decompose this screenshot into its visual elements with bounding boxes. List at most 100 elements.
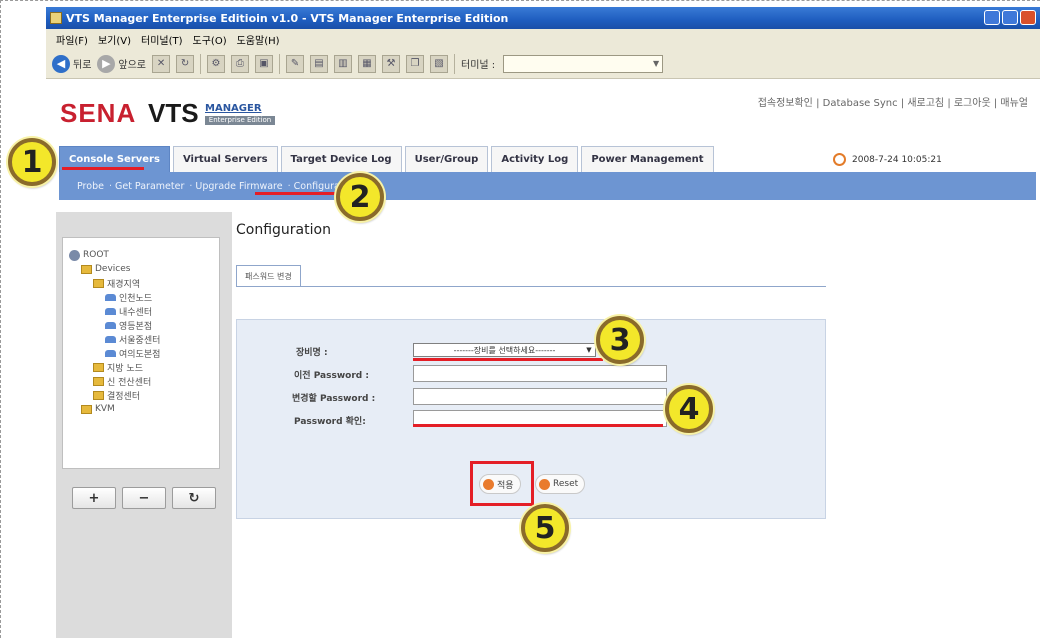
tree-node-label: 지방 노드 — [107, 363, 143, 374]
connect-icon[interactable]: ⚙ — [207, 54, 226, 73]
tree-node-label: 여의도본점 — [119, 349, 161, 360]
folder-icon — [81, 264, 92, 274]
tree-node[interactable]: 서울중센터 — [69, 332, 219, 346]
callout-3: 3 — [596, 316, 644, 364]
print-icon[interactable]: ⎙ — [231, 54, 250, 73]
panel-icon[interactable]: ▧ — [430, 54, 449, 73]
toolbar: ◀ 뒤로 ▶ 앞으로 ✕ ↻ ⚙ ⎙ ▣ ✎ ▤ ▥ ▦ ⚒ ❐ ▧ 터미널 :… — [46, 49, 1040, 79]
tree-node[interactable]: 인천노드 — [69, 290, 219, 304]
old-password-label: 이전 Password : — [294, 371, 369, 381]
back-button[interactable]: ◀ 뒤로 — [52, 54, 91, 73]
new-password-field[interactable] — [413, 388, 667, 405]
sub-navigation: Probe · Get Parameter · Upgrade Firmware… — [59, 172, 1036, 200]
forward-button[interactable]: ▶ 앞으로 — [97, 54, 146, 73]
tree-node[interactable]: 재경지역 — [69, 276, 219, 290]
tree-node-label: 영등본점 — [119, 321, 153, 332]
folder-icon — [93, 362, 104, 372]
tab-user-group[interactable]: User/Group — [404, 146, 489, 172]
remove-node-button[interactable]: − — [122, 487, 166, 509]
menu-file[interactable]: 파일(F) — [56, 32, 88, 47]
window-icon[interactable]: ❐ — [406, 54, 425, 73]
menu-view[interactable]: 보기(V) — [98, 32, 131, 47]
folder-icon — [93, 278, 104, 288]
chevron-down-icon: ▼ — [653, 59, 660, 68]
device-tree: ROOT Devices 재경지역인천노드 내수센터영등본점 서울중센터여의도본점지방 … — [62, 237, 220, 469]
callout-2: 2 — [336, 173, 384, 221]
confirm-password-label: Password 확인: — [294, 417, 366, 427]
toolbar-separator — [454, 53, 456, 74]
tree-node[interactable]: KVM — [69, 402, 219, 416]
device-icon — [105, 335, 116, 343]
tool-icon[interactable]: ⚒ — [382, 54, 401, 73]
callout-5: 5 — [521, 504, 569, 552]
root-icon — [69, 249, 80, 261]
folder-icon — [93, 390, 104, 400]
tree-node-label: 재경지역 — [107, 279, 141, 290]
tree-node[interactable]: ROOT — [69, 248, 219, 262]
maximize-button[interactable] — [1002, 10, 1018, 25]
console-servers-highlight — [62, 167, 144, 170]
stop-icon[interactable]: ✕ — [152, 54, 171, 73]
tree-node[interactable]: 여의도본점 — [69, 346, 219, 360]
tree-node-label: KVM — [95, 404, 115, 414]
menu-help[interactable]: 도움말(H) — [237, 32, 280, 47]
window-title: VTS Manager Enterprise Editioin v1.0 - V… — [66, 11, 509, 25]
configuration-highlight — [255, 192, 337, 195]
tree-node-label: Devices — [95, 264, 131, 274]
tab-activity-log[interactable]: Activity Log — [491, 146, 579, 172]
subnav-upgrade-firmware[interactable]: Upgrade Firmware — [195, 181, 282, 192]
layout-icon[interactable]: ▤ — [310, 54, 329, 73]
folder-icon — [81, 404, 92, 414]
subnav-get-parameter[interactable]: Get Parameter — [115, 181, 184, 192]
tree-node[interactable]: 신 전산센터 — [69, 374, 219, 388]
tab-virtual-servers[interactable]: Virtual Servers — [172, 146, 278, 172]
toolbar-separator — [200, 53, 202, 74]
main-tabs: Console Servers Virtual Servers Target D… — [59, 146, 714, 172]
device-icon — [105, 293, 116, 301]
device-select-value: -------장비를 선택하세요------- — [453, 345, 556, 355]
brand-sena: SENA — [60, 98, 137, 128]
tree-node[interactable]: 결정센터 — [69, 388, 219, 402]
minimize-button[interactable] — [984, 10, 1000, 25]
tab-password-change[interactable]: 패스워드 변경 — [236, 265, 301, 287]
tile-icon[interactable]: ▦ — [358, 54, 377, 73]
brand-edition: Enterprise Edition — [205, 116, 275, 125]
device-select[interactable]: -------장비를 선택하세요------- ▼ — [413, 343, 596, 357]
old-password-field[interactable] — [413, 365, 667, 382]
tree-node[interactable]: Devices — [69, 262, 219, 276]
split-icon[interactable]: ▥ — [334, 54, 353, 73]
folder-icon — [93, 376, 104, 386]
top-links[interactable]: 접속정보확인 | Database Sync | 새로고침 | 로그아웃 | 매… — [758, 94, 1028, 109]
apply-highlight-box — [470, 461, 534, 506]
tab-target-device-log[interactable]: Target Device Log — [280, 146, 402, 172]
callout-4: 4 — [665, 385, 713, 433]
save-icon[interactable]: ▣ — [255, 54, 274, 73]
window-titlebar: VTS Manager Enterprise Editioin v1.0 - V… — [46, 7, 1040, 29]
tree-node[interactable]: 내수센터 — [69, 304, 219, 318]
tab-power-management[interactable]: Power Management — [581, 146, 714, 172]
terminal-select[interactable]: ▼ — [503, 54, 664, 73]
tree-node-label: ROOT — [83, 250, 109, 260]
clock-icon — [833, 153, 846, 166]
menu-bar: 파일(F) 보기(V) 터미널(T) 도구(O) 도움말(H) — [46, 29, 1040, 49]
reset-button[interactable]: Reset — [535, 474, 586, 494]
subnav-probe[interactable]: Probe — [77, 181, 104, 192]
app-icon — [50, 12, 62, 24]
callout-1: 1 — [8, 138, 56, 186]
refresh-icon[interactable]: ↻ — [176, 54, 195, 73]
tree-node-label: 인천노드 — [119, 293, 153, 304]
device-icon — [105, 321, 116, 329]
back-arrow-icon: ◀ — [52, 54, 70, 73]
password-fields-highlight — [413, 424, 663, 427]
tree-node[interactable]: 영등본점 — [69, 318, 219, 332]
menu-tools[interactable]: 도구(O) — [193, 32, 227, 47]
device-icon — [105, 307, 116, 315]
device-icon — [105, 349, 116, 357]
menu-terminal[interactable]: 터미널(T) — [141, 32, 183, 47]
edit-icon[interactable]: ✎ — [286, 54, 305, 73]
tree-buttons: + − ↻ — [72, 487, 216, 509]
close-button[interactable] — [1020, 10, 1036, 25]
add-node-button[interactable]: + — [72, 487, 116, 509]
tree-node[interactable]: 지방 노드 — [69, 360, 219, 374]
refresh-tree-button[interactable]: ↻ — [172, 487, 216, 509]
